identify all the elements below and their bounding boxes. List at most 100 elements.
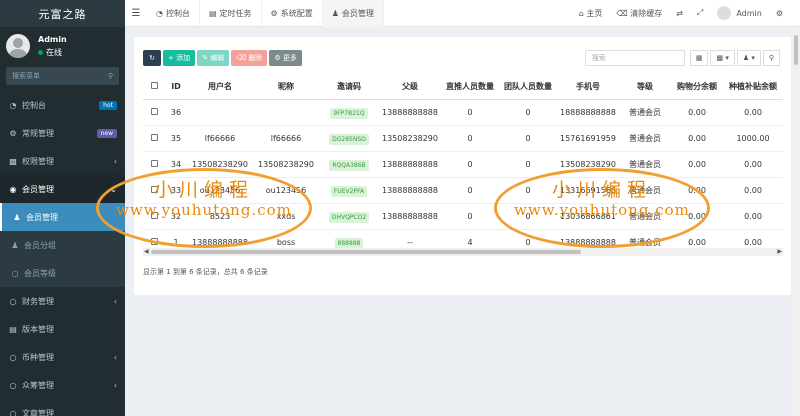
horizontal-scrollbar[interactable]: ◀ ▶ bbox=[143, 248, 783, 256]
table-cell: 0 bbox=[499, 151, 557, 178]
table-cell: 13316691566 bbox=[557, 177, 619, 204]
sidebar-search-input[interactable]: 搜索菜单 ⚲ bbox=[6, 67, 119, 85]
sidebar-item-currency[interactable]: ○ 币种管理 ‹ bbox=[0, 343, 125, 371]
language-icon[interactable]: ⇄ bbox=[669, 9, 690, 18]
add-button[interactable]: + 添加 bbox=[163, 50, 196, 66]
delete-button[interactable]: ⌫ 删除 bbox=[231, 50, 268, 66]
table-cell: 13888888888 bbox=[379, 99, 441, 126]
tab-dashboard[interactable]: ◔ 控制台 bbox=[147, 0, 200, 27]
sidebar-item-dashboard[interactable]: ◔ 控制台 hot bbox=[0, 91, 125, 119]
invite-code-cell: FUEV2PFA bbox=[319, 177, 379, 204]
circle-icon: ○ bbox=[11, 268, 19, 278]
dashboard-icon: ◔ bbox=[156, 8, 163, 18]
menu-toggle-icon[interactable]: ☰ bbox=[125, 8, 147, 19]
more-button[interactable]: ⚙ 更多 bbox=[269, 50, 302, 66]
user-name: Admin bbox=[38, 34, 67, 44]
table-cell: 普通会员 bbox=[619, 203, 671, 230]
toggle-view-button[interactable]: ▦ bbox=[689, 50, 709, 66]
fullscreen-icon[interactable]: ⤢ bbox=[690, 8, 710, 18]
row-checkbox[interactable] bbox=[143, 99, 165, 126]
row-checkbox[interactable] bbox=[143, 177, 165, 204]
column-header[interactable]: 手机号 bbox=[557, 75, 619, 100]
sidebar-item-members[interactable]: ◉ 会员管理 ⌄ bbox=[0, 175, 125, 203]
column-header[interactable]: 购物分余额 bbox=[671, 75, 723, 100]
edit-button[interactable]: ✎ 编辑 bbox=[197, 50, 230, 66]
tab-members[interactable]: ♟ 会员管理 bbox=[322, 0, 384, 27]
columns-button[interactable]: ▩ ▾ bbox=[710, 50, 735, 66]
user-status-label: 在线 bbox=[46, 47, 62, 57]
table-cell: 13036866861 bbox=[557, 203, 619, 230]
column-header[interactable]: ID bbox=[165, 75, 187, 100]
table-row[interactable]: 36 9FP7B21Q 13888888888 0 0 18888888888 普通会员 0.… bbox=[143, 99, 783, 126]
sidebar-item-crowdfunding[interactable]: ○ 众筹管理 ‹ bbox=[0, 371, 125, 399]
home-icon: ⌂ bbox=[578, 8, 587, 18]
table-cell: 36 bbox=[165, 99, 187, 126]
sidebar-item-version[interactable]: ▤ 版本管理 bbox=[0, 315, 125, 343]
user-menu[interactable]: Admin bbox=[710, 6, 769, 20]
table-cell: 普通会员 bbox=[619, 177, 671, 204]
scroll-left-icon[interactable]: ◀ bbox=[144, 248, 149, 255]
table-cell: lf66666 bbox=[253, 125, 319, 152]
select-all-checkbox[interactable] bbox=[143, 75, 165, 100]
invite-code-badge: DHVQPCO2 bbox=[328, 211, 370, 223]
row-checkbox[interactable] bbox=[143, 125, 165, 152]
table-search-input[interactable]: 搜索 bbox=[584, 50, 685, 66]
table-cell: 0 bbox=[441, 203, 499, 230]
table-row[interactable]: 34 13508238290 13508238290 RQQA386B 13888888… bbox=[143, 151, 783, 178]
home-link[interactable]: ⌂ 主页 bbox=[572, 8, 610, 19]
circle-icon: ○ bbox=[9, 380, 17, 390]
sidebar-item-label: 常规管理 bbox=[22, 128, 54, 138]
sidebar-item-label: 会员分组 bbox=[24, 240, 56, 250]
invite-code-cell: 9FP7B21Q bbox=[319, 99, 379, 126]
column-header[interactable]: 用户名 bbox=[187, 75, 253, 100]
table-cell: 0 bbox=[499, 203, 557, 230]
sidebar-item-member-manage[interactable]: ♟ 会员管理 bbox=[0, 203, 125, 231]
sidebar-item-member-group[interactable]: ♟ 会员分组 bbox=[0, 231, 125, 259]
tab-config[interactable]: ⚙ 系统配置 bbox=[262, 0, 323, 27]
table-row[interactable]: 33 ou123456 ou123456 FUEV2PFA 13888888888 0 0 1… bbox=[143, 177, 783, 204]
column-header[interactable]: 等级 bbox=[619, 75, 671, 100]
table-cell: 13888888888 bbox=[379, 203, 441, 230]
table-cell: 18888888888 bbox=[557, 99, 619, 126]
row-checkbox[interactable] bbox=[143, 151, 165, 178]
column-header[interactable]: 种植补贴余额 bbox=[723, 75, 783, 100]
scrollbar-thumb[interactable] bbox=[794, 35, 798, 65]
scroll-right-icon[interactable]: ▶ bbox=[777, 248, 782, 255]
table-cell: 0 bbox=[441, 125, 499, 152]
sidebar-item-finance[interactable]: ○ 财务管理 ‹ bbox=[0, 287, 125, 315]
invite-code-badge: FUEV2PFA bbox=[330, 185, 368, 197]
column-header[interactable]: 团队人员数量 bbox=[499, 75, 557, 100]
more-label: 更多 bbox=[282, 54, 297, 62]
refresh-button[interactable]: ↻ bbox=[143, 50, 161, 66]
app-logo[interactable]: 元富之路 bbox=[0, 0, 125, 27]
sidebar-item-general[interactable]: ⚙ 常规管理 new bbox=[0, 119, 125, 147]
clear-cache-button[interactable]: ⌫ 清除缓存 bbox=[609, 8, 669, 19]
sidebar-item-articles[interactable]: ○ 文章管理 bbox=[0, 399, 125, 416]
column-header[interactable]: 父级 bbox=[379, 75, 441, 100]
settings-icon[interactable]: ⚙ bbox=[769, 9, 790, 18]
tab-cron[interactable]: ▤ 定时任务 bbox=[200, 0, 262, 27]
table-cell: 0 bbox=[499, 177, 557, 204]
table-cell bbox=[253, 99, 319, 126]
advanced-search-button[interactable]: ⚲ bbox=[762, 50, 780, 66]
invite-code-cell: RQQA386B bbox=[319, 151, 379, 178]
sidebar-item-member-level[interactable]: ○ 会员等级 bbox=[0, 259, 125, 287]
column-header[interactable]: 直推人员数量 bbox=[441, 75, 499, 100]
user-icon: ♟ bbox=[331, 8, 339, 18]
scrollbar-thumb[interactable] bbox=[151, 250, 581, 254]
sidebar-item-permissions[interactable]: ▩ 权限管理 ‹ bbox=[0, 147, 125, 175]
tab-bar: ◔ 控制台 ▤ 定时任务 ⚙ 系统配置 ♟ 会员管理 bbox=[147, 0, 384, 27]
table-header-row: ID 用户名 昵称 邀请码 父级 直推人员数量 团队人员数量 手机号 等级 购物… bbox=[143, 75, 783, 100]
row-checkbox[interactable] bbox=[143, 203, 165, 230]
table-row[interactable]: 32 8523 xxds DHVQPCO2 13888888888 0 0 130368668… bbox=[143, 203, 783, 230]
checkbox-icon bbox=[150, 107, 158, 115]
table-cell: 13508238290 bbox=[379, 125, 441, 152]
user-circle-icon: ◉ bbox=[9, 184, 17, 194]
tasks-icon: ▤ bbox=[208, 8, 217, 18]
export-button[interactable]: ♟ ▾ bbox=[736, 50, 761, 66]
column-header[interactable]: 昵称 bbox=[253, 75, 319, 100]
column-header[interactable]: 邀请码 bbox=[319, 75, 379, 100]
search-icon[interactable]: ⚲ bbox=[108, 72, 113, 80]
table-row[interactable]: 35 lf66666 lf66666 DG285NSO 13508238290 0 0 157… bbox=[143, 125, 783, 152]
vertical-scrollbar[interactable] bbox=[792, 27, 800, 416]
